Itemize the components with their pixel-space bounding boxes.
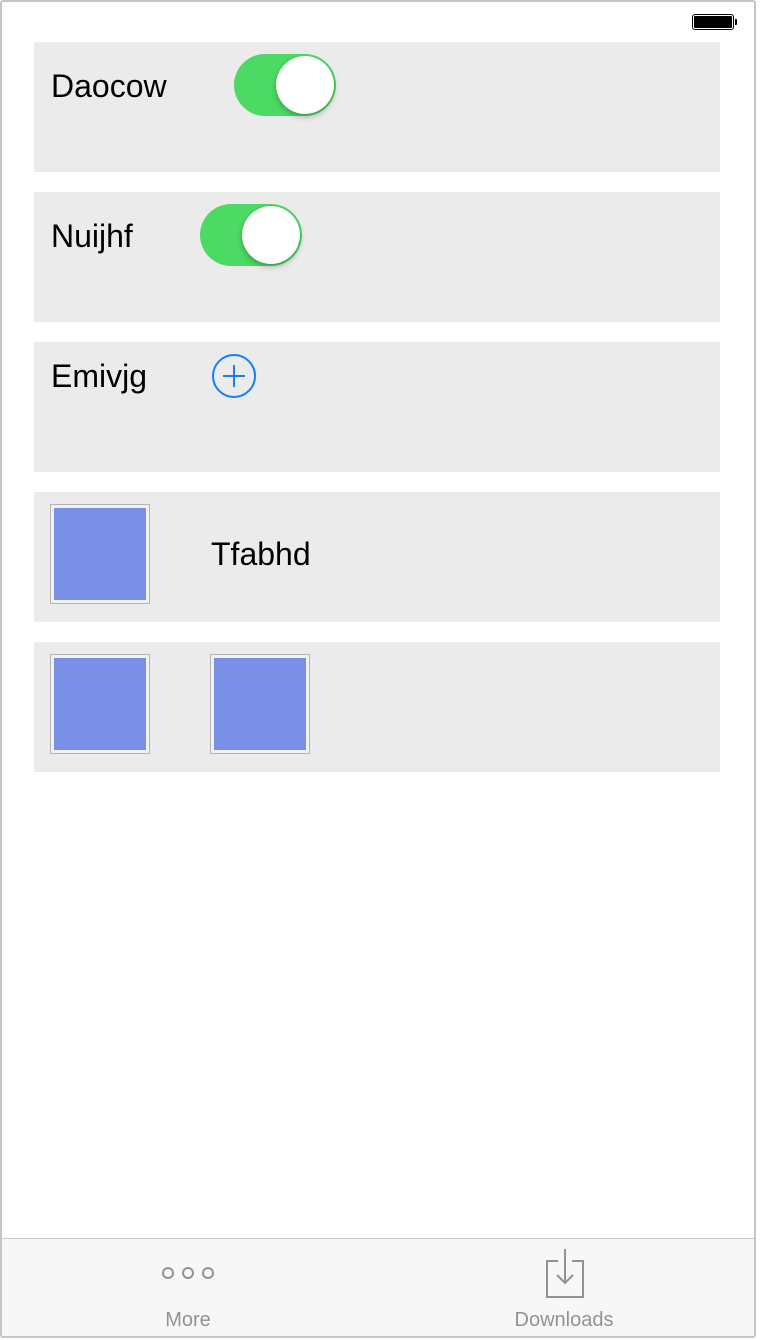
row-label-emivjg: Emivjg xyxy=(51,358,148,394)
row-tfabhd: Tfabhd xyxy=(34,492,720,622)
row-daocow: Daocow xyxy=(34,42,720,172)
toggle-knob xyxy=(242,206,300,264)
row-label-daocow: Daocow xyxy=(51,68,167,104)
app-window: Daocow Nuijhf Emivjg Tfabhd More Downloa… xyxy=(0,0,756,1338)
image-thumbnail[interactable] xyxy=(50,654,150,754)
row-label-tfabhd: Tfabhd xyxy=(211,536,311,572)
row-emivjg: Emivjg xyxy=(34,342,720,472)
tab-more-label: More xyxy=(165,1309,211,1331)
image-thumbnail[interactable] xyxy=(210,654,310,754)
more-dots-icon xyxy=(88,1267,288,1279)
row-nuijhf: Nuijhf xyxy=(34,192,720,322)
row-label-nuijhf: Nuijhf xyxy=(51,218,133,254)
daocow-toggle[interactable] xyxy=(234,54,336,116)
toggle-knob xyxy=(276,56,334,114)
row-thumbnails xyxy=(34,642,720,772)
tab-more[interactable]: More xyxy=(88,1239,288,1336)
battery-icon xyxy=(692,14,737,30)
image-thumbnail[interactable] xyxy=(50,504,150,604)
tab-downloads-label: Downloads xyxy=(514,1309,614,1331)
tab-downloads[interactable]: Downloads xyxy=(464,1239,664,1336)
nuijhf-toggle[interactable] xyxy=(200,204,302,266)
tab-bar: More Downloads xyxy=(2,1238,754,1336)
download-tray-icon xyxy=(546,1249,584,1298)
plus-circle-icon[interactable] xyxy=(212,354,256,398)
